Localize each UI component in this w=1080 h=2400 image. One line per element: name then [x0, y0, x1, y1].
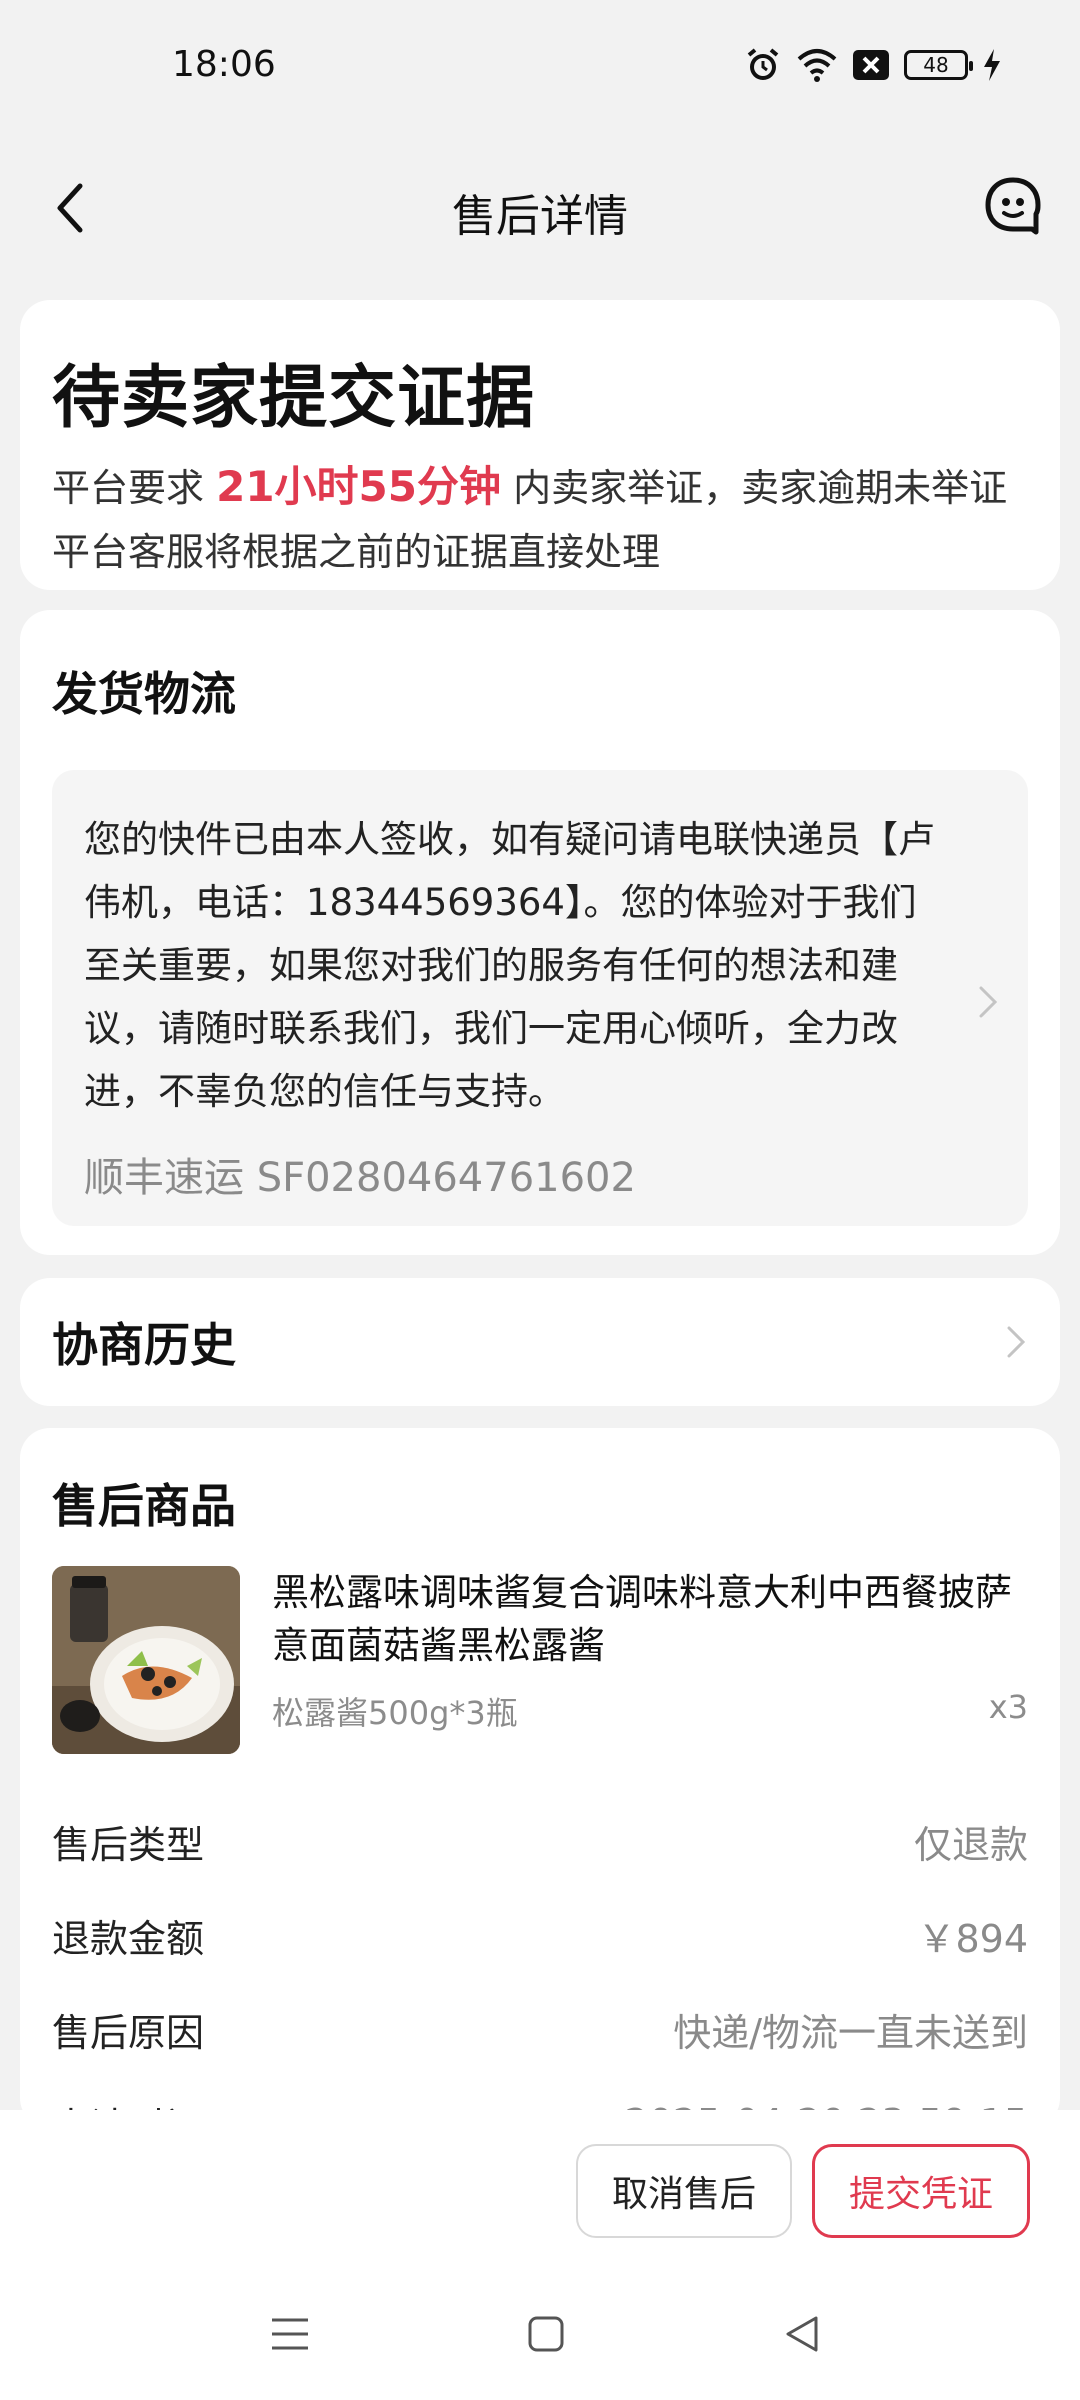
cancel-aftersale-button[interactable]: 取消售后 [576, 2144, 792, 2238]
product-spec: 松露酱500g*3瓶 [272, 1694, 518, 1732]
submit-evidence-button[interactable]: 提交凭证 [812, 2144, 1030, 2238]
alarm-icon [744, 46, 782, 84]
wifi-icon [796, 47, 838, 83]
status-time: 18:06 [172, 44, 276, 85]
chevron-right-icon [976, 982, 1000, 1022]
info-row-reason: 售后原因 快递/物流一直未送到 [52, 1982, 1028, 2076]
product-info: 黑松露味调味酱复合调味料意大利中西餐披萨意面菌菇酱黑松露酱 松露酱500g*3瓶… [272, 1566, 1028, 1734]
charging-icon [982, 48, 1002, 82]
battery-icon: 48 [904, 50, 973, 80]
status-desc-prefix: 平台要求 [52, 466, 205, 510]
home-icon[interactable] [522, 2310, 570, 2358]
sim-off-icon [852, 49, 890, 81]
product-spec-row: 松露酱500g*3瓶 x3 [272, 1688, 1028, 1734]
info-row-type: 售后类型 仅退款 [52, 1794, 1028, 1888]
status-bar: 18:06 48 [0, 0, 1080, 130]
customer-service-icon[interactable] [982, 174, 1044, 236]
page-title: 售后详情 [452, 191, 628, 242]
logistics-title: 发货物流 [52, 667, 236, 721]
nav-bar: 售后详情 [0, 150, 1080, 260]
info-row-amount: 退款金额 ￥894 [52, 1888, 1028, 1982]
tracking-number: 顺丰速运 SF0280464761602 [84, 1155, 636, 1201]
bottom-action-bar: 取消售后 提交凭证 [0, 2110, 1080, 2400]
product-name: 黑松露味调味酱复合调味料意大利中西餐披萨意面菌菇酱黑松露酱 [272, 1571, 1012, 1667]
info-value: 仅退款 [913, 1822, 1028, 1867]
info-value: ￥894 [917, 1916, 1028, 1961]
status-icons: 48 [744, 46, 1002, 84]
logistics-card: 发货物流 您的快件已由本人签收，如有疑问请电联快递员【卢伟机，电话：183445… [20, 610, 1060, 1255]
logistics-message: 您的快件已由本人签收，如有疑问请电联快递员【卢伟机，电话：18344569364… [84, 818, 935, 1113]
negotiation-history-row[interactable]: 协商历史 [20, 1278, 1060, 1406]
countdown-text: 21小时55分钟 [216, 462, 502, 511]
status-card: 待卖家提交证据 平台要求 21小时55分钟 内卖家举证，卖家逾期未举证平台客服将… [20, 300, 1060, 590]
product-item[interactable]: 黑松露味调味酱复合调味料意大利中西餐披萨意面菌菇酱黑松露酱 松露酱500g*3瓶… [52, 1566, 1028, 1758]
aftersale-goods-card: 售后商品 黑松露味调味酱复合调味料意大利中西餐披萨意面菌菇酱黑松露酱 松露酱50… [20, 1428, 1060, 2149]
info-label: 退款金额 [52, 1916, 205, 1961]
status-headline: 待卖家提交证据 [52, 359, 536, 438]
status-description: 平台要求 21小时55分钟 内卖家举证，卖家逾期未举证平台客服将根据之前的证据直… [52, 455, 1028, 584]
product-quantity: x3 [988, 1688, 1028, 1726]
system-navigation-bar [0, 2310, 1080, 2380]
goods-title: 售后商品 [52, 1479, 236, 1533]
chevron-right-icon [1004, 1322, 1028, 1362]
info-label: 售后原因 [52, 2010, 205, 2055]
history-title: 协商历史 [52, 1318, 236, 1372]
product-thumbnail [52, 1566, 240, 1754]
logistics-detail[interactable]: 您的快件已由本人签收，如有疑问请电联快递员【卢伟机，电话：18344569364… [52, 770, 1028, 1226]
info-label: 售后类型 [52, 1822, 205, 1867]
info-value: 快递/物流一直未送到 [673, 2010, 1028, 2055]
back-nav-icon[interactable] [778, 2310, 826, 2358]
menu-icon[interactable] [266, 2310, 314, 2358]
